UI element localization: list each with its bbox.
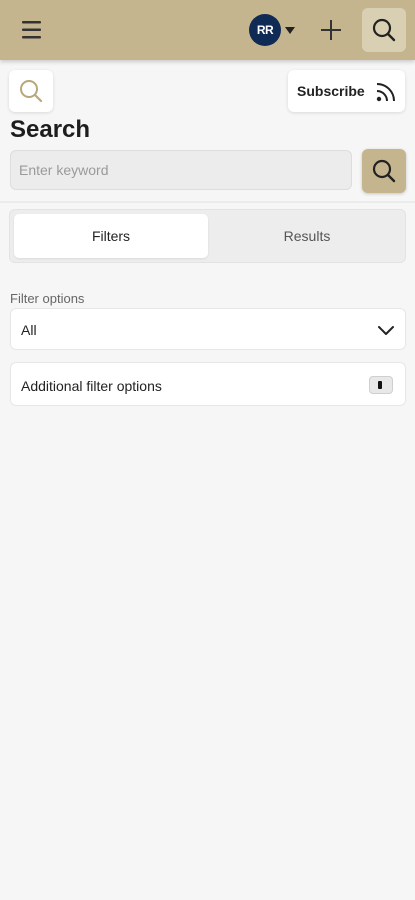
- avatar: RR: [249, 14, 281, 46]
- search-icon: [20, 80, 43, 103]
- search-icon: [372, 18, 396, 42]
- submit-search-button[interactable]: [362, 149, 406, 193]
- page-title: Search: [10, 116, 91, 143]
- toggle-search-button[interactable]: [9, 70, 53, 112]
- tab-bar: Filters Results: [9, 209, 406, 263]
- chevron-down-icon: [378, 326, 394, 335]
- toggle-knob: [378, 381, 382, 389]
- additional-filter-options-label: Additional filter options: [21, 378, 162, 394]
- caret-down-icon: [285, 27, 295, 34]
- user-menu[interactable]: RR: [249, 14, 296, 46]
- search-icon: [372, 159, 396, 183]
- top-app-bar: RR: [0, 0, 415, 60]
- subscribe-button[interactable]: Subscribe: [288, 70, 405, 112]
- header-search-button[interactable]: [362, 8, 406, 52]
- plus-icon[interactable]: [316, 14, 346, 46]
- filter-selected-value: All: [21, 322, 37, 338]
- additional-filter-options-row: Additional filter options: [10, 362, 406, 406]
- tab-results[interactable]: Results: [210, 214, 404, 258]
- hamburger-menu-icon[interactable]: [14, 14, 50, 46]
- filter-options-select[interactable]: All: [10, 308, 406, 350]
- filter-options-label: Filter options: [10, 291, 85, 306]
- search-input[interactable]: [10, 150, 352, 190]
- divider: [0, 201, 415, 203]
- subscribe-label: Subscribe: [297, 83, 365, 99]
- rss-feed-icon: [376, 83, 395, 102]
- tab-filters[interactable]: Filters: [14, 214, 208, 258]
- additional-filter-options-toggle[interactable]: [369, 376, 393, 394]
